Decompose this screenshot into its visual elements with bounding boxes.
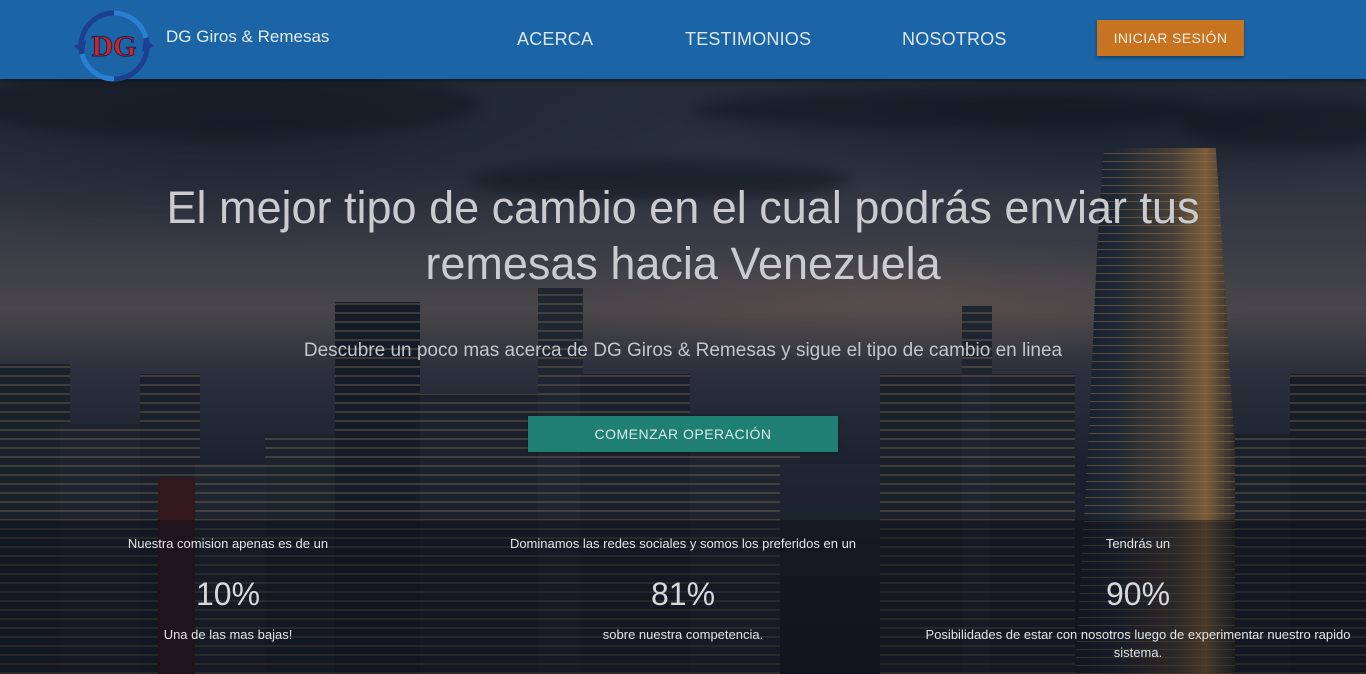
nav-link-nosotros[interactable]: NOSOTROS (902, 29, 1007, 50)
stat-lead: Dominamos las redes sociales y somos los… (509, 536, 857, 551)
stat-value: 10% (195, 576, 261, 612)
stat-tail: Posibilidades de estar con nosotros lueg… (925, 627, 1351, 660)
brand-name[interactable]: DG Giros & Remesas (166, 27, 329, 47)
stat-retention: Tendrás un 90% Posibilidades de estar co… (918, 536, 1358, 662)
start-operation-button[interactable]: COMENZAR OPERACIÓN (528, 416, 838, 452)
stat-commission: Nuestra comision apenas es de un 10% Una… (68, 536, 388, 644)
stat-lead: Nuestra comision apenas es de un (127, 536, 329, 551)
nav-link-testimonios[interactable]: TESTIMONIOS (685, 29, 811, 50)
login-button[interactable]: INICIAR SESIÓN (1097, 20, 1244, 56)
stat-tail: Una de las mas bajas! (163, 627, 293, 642)
stat-social: Dominamos las redes sociales y somos los… (483, 536, 883, 644)
hero-subtitle: Descubre un poco mas acerca de DG Giros … (303, 340, 1063, 361)
top-navbar: DG DG Giros & Remesas ACERCA TESTIMONIOS… (0, 0, 1366, 82)
stat-lead: Tendrás un (1105, 536, 1171, 551)
stat-value: 81% (650, 576, 716, 612)
stat-value: 90% (1105, 576, 1171, 612)
logo-arrows-icon: DG (74, 10, 154, 82)
brand-logo[interactable]: DG (74, 8, 158, 90)
stat-tail: sobre nuestra competencia. (602, 627, 764, 642)
nav-link-acerca[interactable]: ACERCA (517, 29, 593, 50)
hero-title: El mejor tipo de cambio en el cual podrá… (166, 182, 1200, 289)
logo-text: DG (92, 30, 137, 63)
